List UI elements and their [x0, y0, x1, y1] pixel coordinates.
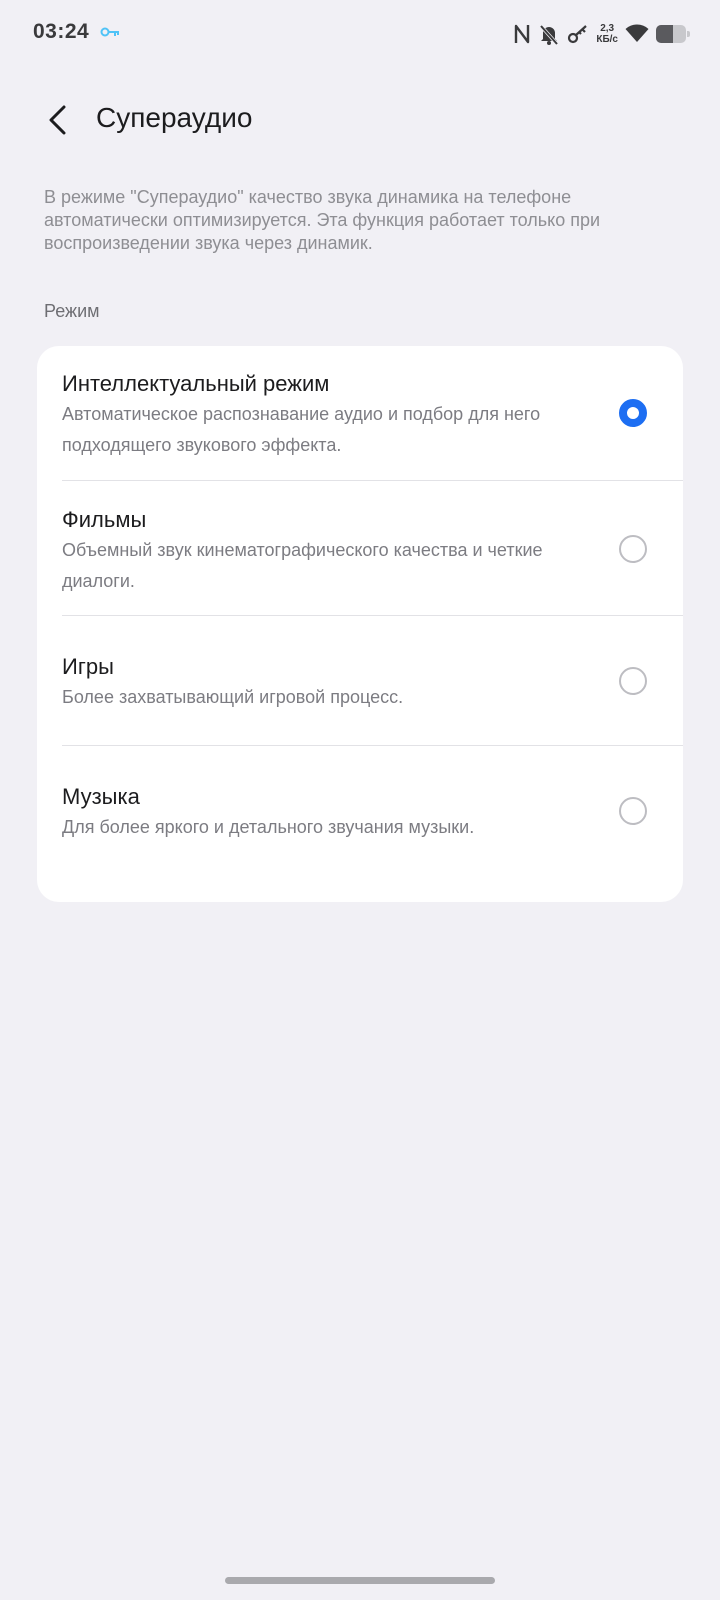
nfc-icon: [513, 23, 531, 45]
status-time: 03:24: [33, 20, 90, 43]
page-title: Супераудио: [96, 102, 253, 133]
mode-option-subtitle: Объемный звук кинематографического качес…: [62, 540, 543, 591]
feature-description: В режиме "Супераудио" качество звука дин…: [44, 187, 601, 253]
mode-option-intelligent[interactable]: Интеллектуальный режим Автоматическое ра…: [37, 346, 683, 480]
section-label-mode: Режим: [44, 301, 100, 321]
battery-fill: [656, 25, 673, 43]
status-icons: 2,3 КБ/с: [513, 18, 690, 50]
radio-button[interactable]: [619, 399, 647, 427]
mode-option-subtitle: Для более яркого и детального звучания м…: [62, 817, 475, 837]
key-icon: [567, 23, 589, 45]
mode-option-title: Музыка: [62, 784, 140, 809]
mode-option-title: Игры: [62, 654, 114, 679]
vpn-key-icon: [100, 25, 120, 39]
radio-button[interactable]: [619, 797, 647, 825]
battery-icon: [656, 25, 690, 43]
mode-option-music[interactable]: Музыка Для более яркого и детального зву…: [37, 746, 683, 902]
mode-option-subtitle: Автоматическое распознавание аудио и под…: [62, 404, 541, 455]
radio-button[interactable]: [619, 535, 647, 563]
chevron-left-icon: [49, 105, 66, 135]
mode-option-title: Фильмы: [62, 507, 147, 532]
app-header: Супераудио: [0, 86, 720, 152]
bell-muted-icon: [538, 23, 560, 45]
home-indicator[interactable]: [225, 1577, 495, 1584]
net-speed-value: 2,3: [600, 23, 615, 34]
net-speed-unit: КБ/с: [596, 34, 618, 45]
mode-options-card: Интеллектуальный режим Автоматическое ра…: [37, 346, 683, 902]
back-button[interactable]: [36, 98, 80, 142]
net-speed: 2,3 КБ/с: [596, 23, 618, 45]
status-bar: 03:24 2,3 КБ/с: [0, 0, 720, 66]
mode-option-movies[interactable]: Фильмы Объемный звук кинематографическог…: [37, 481, 683, 615]
mode-option-title: Интеллектуальный режим: [62, 371, 330, 396]
mode-option-games[interactable]: Игры Более захватывающий игровой процесс…: [37, 616, 683, 745]
radio-button[interactable]: [619, 667, 647, 695]
mode-option-subtitle: Более захватывающий игровой процесс.: [62, 687, 404, 707]
wifi-icon: [625, 24, 649, 44]
